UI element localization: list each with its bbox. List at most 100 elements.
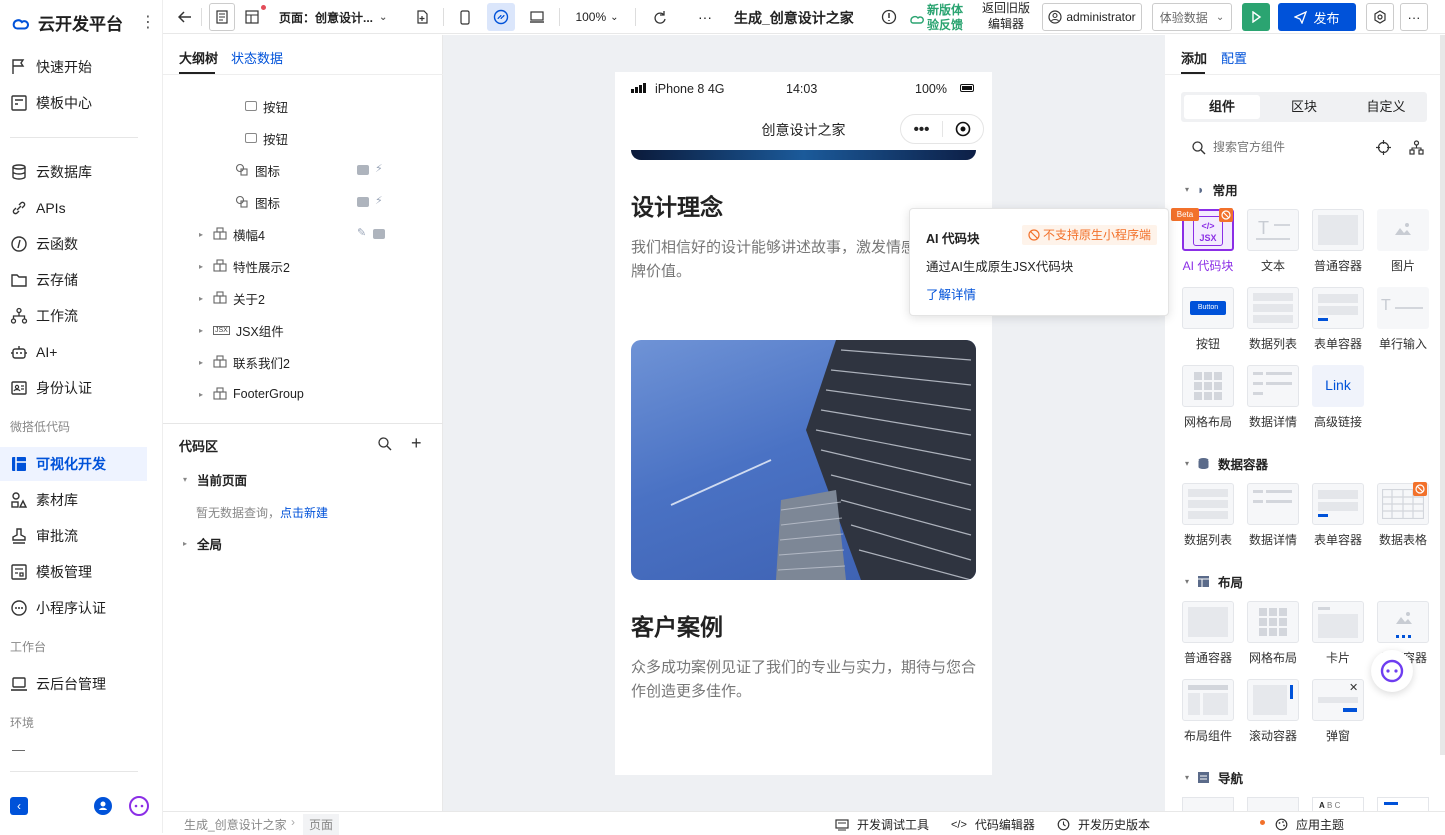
- expand-arrow-icon[interactable]: ▸: [199, 326, 207, 335]
- nav-item-visual-dev[interactable]: 可视化开发: [0, 447, 147, 481]
- nav-item-templates[interactable]: 模板中心: [0, 86, 163, 120]
- component-data-detail[interactable]: [1247, 483, 1299, 525]
- nav-item-storage[interactable]: 云存储: [0, 263, 163, 297]
- expand-arrow-icon[interactable]: ▸: [199, 294, 207, 303]
- refresh-icon[interactable]: [647, 3, 671, 31]
- tree-node[interactable]: 按钮: [245, 122, 288, 154]
- add-icon[interactable]: +: [411, 433, 422, 454]
- nav-item-database[interactable]: 云数据库: [0, 155, 163, 189]
- current-page-group[interactable]: ▾ 当前页面: [183, 463, 247, 495]
- tab-state-data[interactable]: 状态数据: [231, 48, 283, 67]
- component-swiper[interactable]: [1377, 601, 1429, 643]
- ai-assistant-icon[interactable]: [129, 796, 149, 816]
- settings-icon[interactable]: [1366, 3, 1394, 31]
- code-editor-button[interactable]: </> 代码编辑器: [951, 816, 1035, 833]
- feedback-button[interactable]: 新版体验反馈: [908, 3, 970, 33]
- group-common[interactable]: ▾ ◗ 常用: [1185, 180, 1238, 199]
- info-icon[interactable]: [878, 3, 900, 31]
- component-data-detail[interactable]: [1247, 365, 1299, 407]
- nav-item-cloud-admin[interactable]: 云后台管理: [0, 667, 163, 701]
- search-icon[interactable]: [377, 436, 392, 451]
- back-arrow-icon[interactable]: [173, 3, 197, 31]
- component-button[interactable]: Button: [1182, 287, 1234, 329]
- breadcrumb-page[interactable]: 页面: [303, 814, 340, 835]
- more-dots-icon[interactable]: •••: [901, 121, 942, 138]
- component-nav-partial[interactable]: [1247, 797, 1299, 811]
- user-avatar-icon[interactable]: [94, 797, 112, 815]
- tree-node[interactable]: 图标 ⚡: [235, 186, 425, 218]
- close-circle-icon[interactable]: [943, 121, 983, 137]
- nav-item-workflow[interactable]: 工作流: [0, 299, 163, 333]
- component-form-container[interactable]: [1312, 483, 1364, 525]
- expand-arrow-icon[interactable]: ▸: [199, 230, 207, 239]
- component-tree-icon[interactable]: [1409, 140, 1424, 155]
- tree-node[interactable]: ▸ 关于2: [199, 282, 265, 314]
- expand-arrow-icon[interactable]: ▸: [183, 539, 191, 548]
- tab-config[interactable]: 配置: [1221, 48, 1247, 67]
- group-data-container[interactable]: ▾ 数据容器: [1185, 454, 1268, 473]
- component-grid-layout[interactable]: [1182, 365, 1234, 407]
- group-layout[interactable]: ▾ 布局: [1185, 572, 1243, 591]
- tree-node[interactable]: ▸ JSX JSX组件: [199, 314, 284, 346]
- tree-node[interactable]: 图标 ⚡: [235, 154, 425, 186]
- target-icon[interactable]: [1376, 140, 1391, 155]
- group-navigation[interactable]: ▾ 导航: [1185, 768, 1243, 787]
- floating-ai-button[interactable]: [1371, 650, 1413, 692]
- scrollbar[interactable]: [1440, 35, 1445, 755]
- nav-item-assets[interactable]: 素材库: [0, 483, 163, 517]
- back-old-editor-button[interactable]: 返回旧版编辑器: [979, 0, 1033, 32]
- breadcrumb-app[interactable]: 生成_创意设计之家: [184, 816, 287, 833]
- nav-item-miniapp-auth[interactable]: 小程序认证: [0, 591, 163, 625]
- debug-tools-button[interactable]: 开发调试工具: [835, 816, 929, 833]
- data-select[interactable]: 体验数据 ⌄: [1152, 3, 1232, 31]
- tab-outline[interactable]: 大纲树: [179, 48, 218, 67]
- component-advanced-link[interactable]: Link: [1312, 365, 1364, 407]
- phone-preview[interactable]: iPhone 8 4G 14:03 100% 创意设计之家 ••• 设计理念 我…: [615, 72, 992, 775]
- more-icon[interactable]: ···: [693, 3, 717, 31]
- desktop-view-icon[interactable]: [525, 3, 549, 31]
- more-menu-icon[interactable]: ···: [1400, 3, 1428, 31]
- history-button[interactable]: 开发历史版本: [1057, 816, 1150, 833]
- expand-arrow-icon[interactable]: ▸: [199, 358, 207, 367]
- more-vertical-icon[interactable]: ⋮: [140, 12, 156, 32]
- collapse-icon[interactable]: ‹: [10, 797, 28, 815]
- create-query-link[interactable]: 点击新建: [280, 506, 328, 520]
- component-nav-partial[interactable]: [1377, 797, 1429, 811]
- preview-play-button[interactable]: [1242, 3, 1270, 31]
- nav-item-template-mgmt[interactable]: 模板管理: [0, 555, 163, 589]
- collapse-arrow-icon[interactable]: ▾: [183, 475, 191, 484]
- nav-item-functions[interactable]: 云函数: [0, 227, 163, 261]
- component-card[interactable]: [1312, 601, 1364, 643]
- seg-custom[interactable]: 自定义: [1348, 95, 1424, 119]
- mobile-view-icon[interactable]: [453, 3, 477, 31]
- component-nav-partial[interactable]: [1182, 797, 1234, 811]
- component-layout[interactable]: [1182, 679, 1234, 721]
- component-grid-layout[interactable]: [1247, 601, 1299, 643]
- tree-node[interactable]: ▸ 横幅4 ✎: [199, 218, 425, 250]
- nav-item-approval[interactable]: 审批流: [0, 519, 163, 553]
- component-text[interactable]: T: [1247, 209, 1299, 251]
- component-form-container[interactable]: [1312, 287, 1364, 329]
- miniapp-view-icon[interactable]: [487, 3, 515, 31]
- user-button[interactable]: administrator: [1042, 3, 1142, 31]
- tree-node[interactable]: ▸ 联系我们2: [199, 346, 290, 378]
- capsule-menu[interactable]: •••: [900, 114, 984, 144]
- component-search-input[interactable]: [1213, 137, 1363, 157]
- nav-item-quickstart[interactable]: 快速开始: [0, 50, 163, 84]
- component-scroll-container[interactable]: [1247, 679, 1299, 721]
- expand-arrow-icon[interactable]: ▸: [199, 390, 207, 399]
- add-page-icon[interactable]: [411, 3, 433, 31]
- app-theme-button[interactable]: 应用主题: [1275, 816, 1344, 833]
- component-nav-partial[interactable]: A B C: [1312, 797, 1364, 811]
- page-list-icon[interactable]: [209, 3, 235, 31]
- publish-button[interactable]: 发布: [1278, 3, 1356, 31]
- tree-node[interactable]: 按钮: [245, 90, 288, 122]
- global-group[interactable]: ▸ 全局: [183, 527, 222, 559]
- nav-item-apis[interactable]: APIs: [0, 191, 163, 225]
- page-select[interactable]: 页面：创意设计... ⌄: [279, 3, 399, 31]
- component-image[interactable]: [1377, 209, 1429, 251]
- component-modal[interactable]: ✕: [1312, 679, 1364, 721]
- seg-components[interactable]: 组件: [1184, 95, 1260, 119]
- seg-blocks[interactable]: 区块: [1266, 95, 1342, 119]
- brand[interactable]: 云开发平台: [10, 10, 123, 35]
